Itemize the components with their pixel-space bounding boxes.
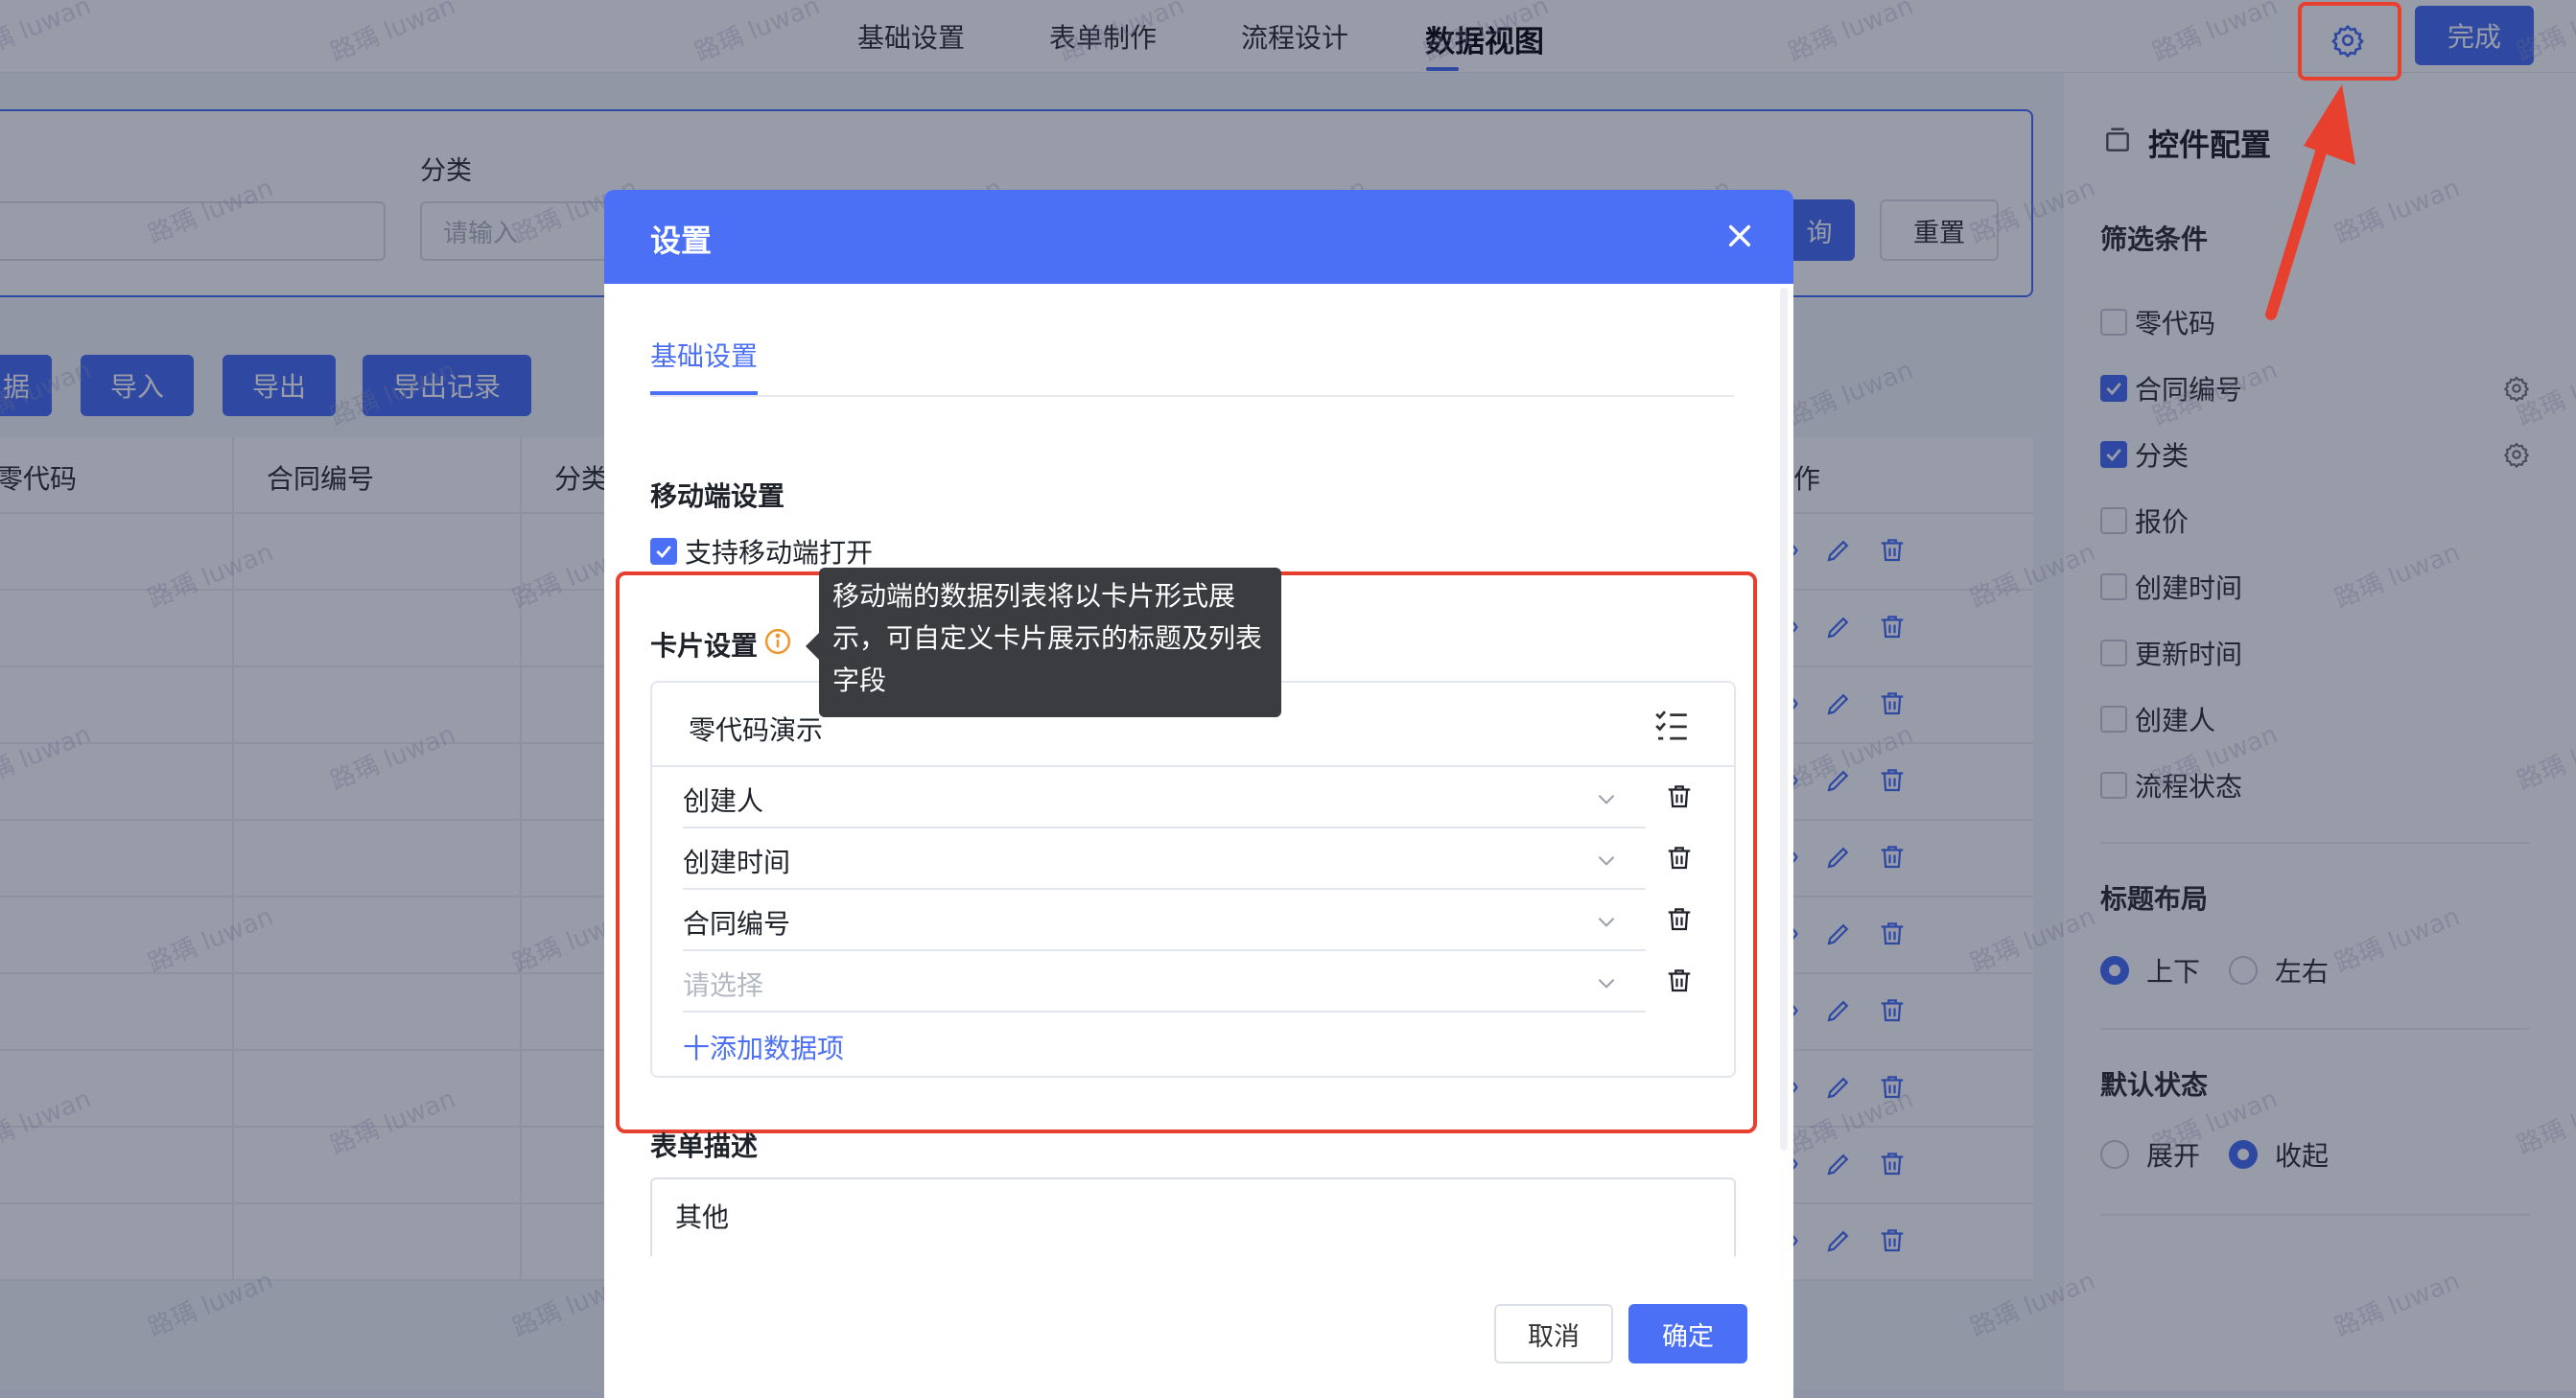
mobile-open-label: 支持移动端打开 [685,537,874,569]
check-icon [656,546,671,559]
tooltip-arrow [806,633,819,660]
form-description-value: 其他 [675,1201,730,1233]
mobile-settings-title: 移动端设置 [650,480,785,512]
mobile-open-checkbox-row[interactable]: 支持移动端打开 [650,535,874,569]
cancel-button[interactable]: 取消 [1494,1304,1613,1363]
modal-tab-divider [650,395,1734,397]
modal-title: 设置 [650,222,713,259]
modal-tab-basic-settings[interactable]: 基础设置 [650,336,758,374]
modal-close-button[interactable] [1721,217,1759,255]
close-icon [1728,224,1751,247]
mobile-open-checkbox[interactable] [650,538,677,565]
modal-footer [604,1256,1793,1390]
annotation-arrow-icon [2265,84,2355,320]
card-settings-tooltip: 移动端的数据列表将以卡片形式展示，可自定义卡片展示的标题及列表字段 [819,568,1281,717]
annotation-box-settings [2298,2,2401,81]
confirm-button[interactable]: 确定 [1628,1304,1747,1363]
modal-active-tab-indicator [650,391,758,395]
modal-scrollbar[interactable] [1780,288,1788,1151]
form-description-title: 表单描述 [650,1130,759,1162]
modal-header [604,190,1793,284]
